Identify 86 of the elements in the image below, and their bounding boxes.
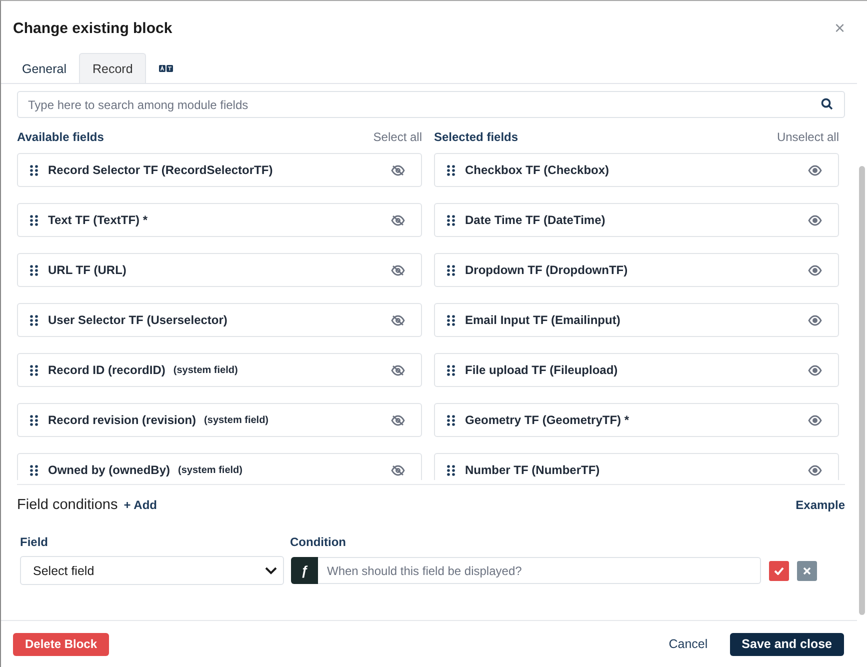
drag-handle-icon[interactable] [447, 464, 455, 476]
drag-handle-icon[interactable] [30, 314, 38, 326]
close-icon [803, 566, 811, 574]
field-name: Text TF (TextTF) * [48, 213, 148, 227]
field-name: Date Time TF (DateTime) [465, 213, 606, 227]
chevron-down-icon [265, 566, 277, 574]
field-select[interactable]: Select field [20, 556, 284, 585]
save-button[interactable]: Save and close [730, 632, 844, 656]
drag-handle-icon[interactable] [447, 214, 455, 226]
eye-icon[interactable] [808, 164, 822, 176]
select-toggle-link[interactable]: Select all [373, 130, 422, 144]
field-name: Record ID (recordID) [48, 363, 166, 377]
eye-icon[interactable] [808, 364, 822, 376]
cancel-button[interactable]: Cancel [662, 636, 714, 652]
field-name: Record Selector TF (RecordSelectorTF) [48, 163, 273, 177]
field-label: Field [20, 535, 50, 549]
field-name: Number TF (NumberTF) [465, 463, 600, 477]
drag-handle-icon[interactable] [30, 214, 38, 226]
eye-icon[interactable] [808, 464, 822, 476]
scrollbar-thumb[interactable] [859, 166, 865, 615]
field-name: File upload TF (Fileupload) [465, 363, 618, 377]
column-title: Selected fields [434, 130, 518, 144]
field-item[interactable]: User Selector TF (Userselector) [17, 303, 422, 337]
eye-off-icon[interactable] [391, 264, 405, 276]
drag-handle-icon[interactable] [30, 414, 38, 426]
field-item[interactable]: Text TF (TextTF) * [17, 203, 422, 237]
dialog-title: Change existing block [13, 20, 172, 36]
tab[interactable]: General [9, 53, 80, 83]
remove-button[interactable] [797, 560, 817, 580]
field-item[interactable]: Record Selector TF (RecordSelectorTF) [17, 153, 422, 187]
drag-handle-icon[interactable] [30, 164, 38, 176]
field-item[interactable]: File upload TF (Fileupload) [434, 353, 839, 387]
field-item[interactable]: Checkbox TF (Checkbox) [434, 153, 839, 187]
search-field[interactable]: Type here to search among module fields [17, 91, 845, 118]
eye-icon[interactable] [808, 414, 822, 426]
system-field-note: (system field) [204, 414, 269, 426]
eye-icon[interactable] [808, 214, 822, 226]
eye-icon[interactable] [808, 264, 822, 276]
drag-handle-icon[interactable] [447, 164, 455, 176]
delete-button[interactable]: Delete Block [13, 632, 110, 656]
language-icon [158, 65, 173, 72]
field-item[interactable]: Dropdown TF (DropdownTF) [434, 253, 839, 287]
field-item[interactable]: Geometry TF (GeometryTF) * [434, 403, 839, 437]
condition-field[interactable]: When should this field be displayed? [318, 557, 761, 584]
field-name: URL TF (URL) [48, 263, 126, 277]
drag-handle-icon[interactable] [447, 264, 455, 276]
field-item[interactable]: Number TF (NumberTF) [434, 453, 839, 480]
field-item[interactable]: Date Time TF (DateTime) [434, 203, 839, 237]
tab[interactable]: Record [79, 53, 146, 83]
eye-off-icon[interactable] [391, 364, 405, 376]
field-item[interactable]: Owned by (ownedBy) (system field) [17, 453, 422, 480]
field-item[interactable]: Record revision (revision) (system field) [17, 403, 422, 437]
eye-icon[interactable] [808, 314, 822, 326]
field-name: Email Input TF (Emailinput) [465, 313, 620, 327]
add-link[interactable]: + Add [124, 498, 157, 512]
drag-handle-icon[interactable] [30, 464, 38, 476]
field-name: Checkbox TF (Checkbox) [465, 163, 610, 177]
confirm-button[interactable] [769, 560, 789, 580]
eye-off-icon[interactable] [391, 164, 405, 176]
column-title: Available fields [17, 130, 104, 144]
function-prefix: ƒ [291, 557, 318, 584]
drag-handle-icon[interactable] [447, 314, 455, 326]
system-field-note: (system field) [173, 364, 238, 376]
check-icon [774, 566, 784, 574]
eye-off-icon[interactable] [391, 464, 405, 476]
eye-off-icon[interactable] [391, 214, 405, 226]
field-name: Dropdown TF (DropdownTF) [465, 263, 628, 277]
select-toggle-link[interactable]: Unselect all [776, 130, 839, 144]
field-name: Record revision (revision) [48, 413, 196, 427]
drag-handle-icon[interactable] [30, 264, 38, 276]
drag-handle-icon[interactable] [447, 364, 455, 376]
field-name: Geometry TF (GeometryTF) * [465, 413, 630, 427]
field-item[interactable]: Record ID (recordID) (system field) [17, 353, 422, 387]
search-icon[interactable] [821, 98, 833, 110]
field-name: User Selector TF (Userselector) [48, 313, 228, 327]
field-item[interactable]: Email Input TF (Emailinput) [434, 303, 839, 337]
condition-label: Condition [290, 535, 347, 549]
example-link[interactable]: Example [796, 498, 845, 512]
eye-off-icon[interactable] [391, 314, 405, 326]
drag-handle-icon[interactable] [30, 364, 38, 376]
eye-off-icon[interactable] [391, 414, 405, 426]
drag-handle-icon[interactable] [447, 414, 455, 426]
field-name: Owned by (ownedBy) [48, 463, 170, 477]
section-title: Field conditions [17, 497, 118, 513]
field-item[interactable]: URL TF (URL) [17, 253, 422, 287]
system-field-note: (system field) [178, 464, 242, 476]
